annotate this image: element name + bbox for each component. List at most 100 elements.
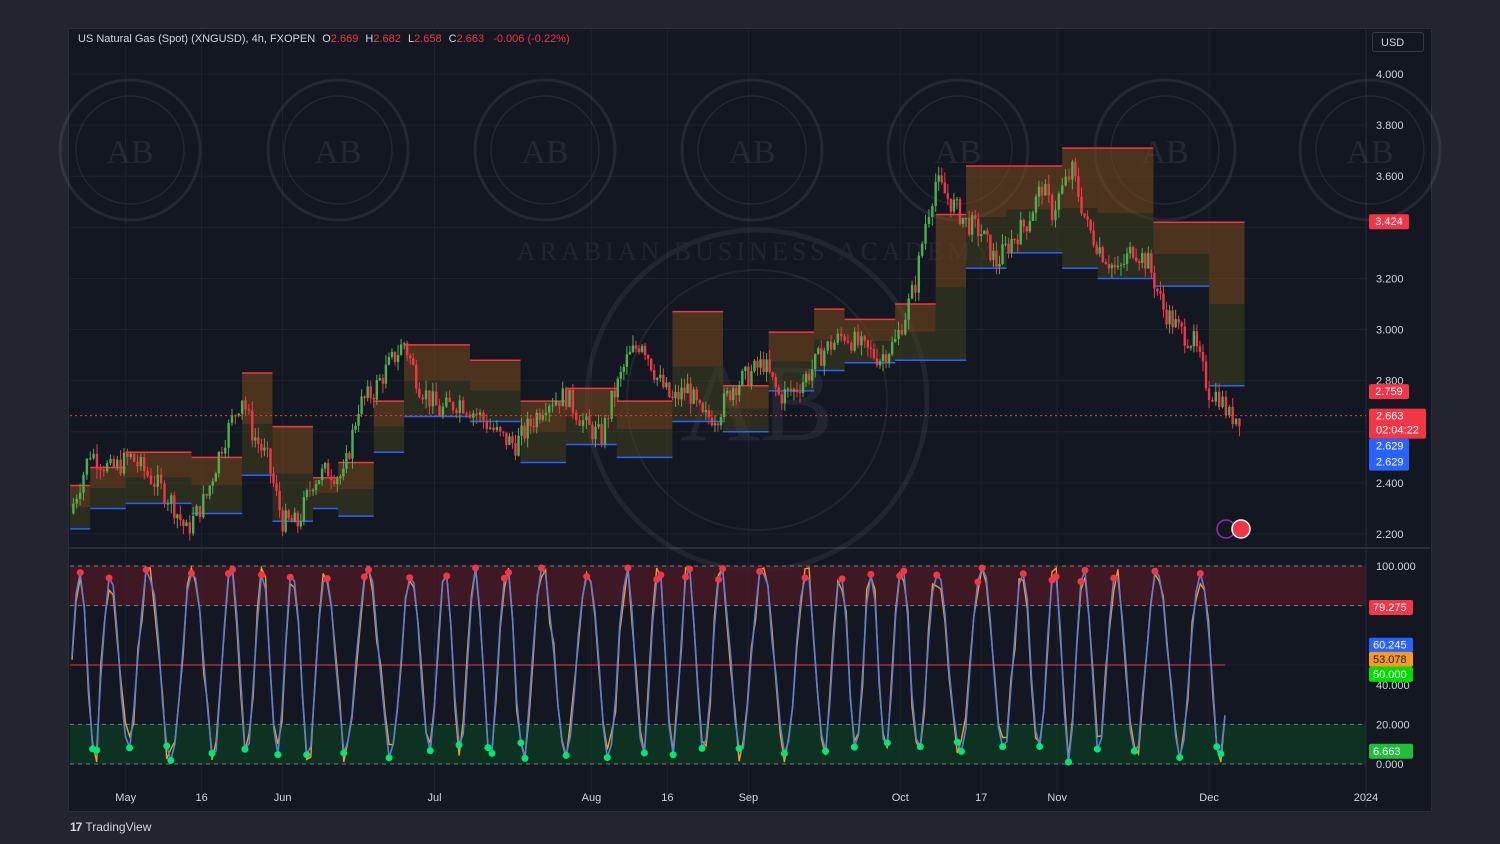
- candle-body: [728, 390, 732, 401]
- oversold-signal-dot: [1130, 747, 1138, 755]
- watermark-seal-initials: AB: [106, 134, 153, 171]
- candle-body: [1234, 418, 1238, 425]
- candle-body: [707, 410, 711, 418]
- overbought-signal-dot: [624, 564, 632, 572]
- candle-body: [520, 425, 523, 436]
- resistance-zone: [1006, 166, 1063, 210]
- candle-body: [597, 424, 600, 427]
- overbought-signal-dot: [1081, 566, 1089, 574]
- oscillator-tag-d: 53.078: [1373, 654, 1407, 666]
- candle-body: [561, 388, 564, 407]
- candle-body: [792, 389, 796, 392]
- candle-body: [1224, 396, 1228, 416]
- high-value: 2.682: [373, 33, 401, 45]
- candle-body: [173, 495, 176, 519]
- candle-body: [109, 458, 112, 464]
- candle-body: [1086, 216, 1089, 220]
- candle-body: [112, 458, 116, 467]
- candle-body: [765, 359, 768, 373]
- chart-canvas[interactable]: ABABABABABABABABARABIAN BUSINESS ACADEMY…: [0, 0, 1500, 844]
- candle-body: [735, 388, 738, 396]
- watermark-seal: AB: [266, 78, 410, 222]
- resistance-zone: [768, 332, 815, 362]
- candle-body: [656, 377, 659, 380]
- candle-body: [230, 415, 234, 423]
- candle-body: [1019, 220, 1022, 245]
- support-zone: [616, 429, 673, 458]
- watermark-seal: AB: [473, 78, 617, 222]
- overbought-signal-dot: [1151, 567, 1159, 575]
- candle-body: [701, 403, 705, 413]
- candle-body: [1204, 361, 1208, 389]
- overbought-signal-dot: [1019, 570, 1027, 578]
- candle-body: [415, 364, 418, 389]
- oversold-signal-dot: [521, 754, 529, 762]
- candle-body: [182, 520, 185, 527]
- oscillator-tick-label: 0.000: [1376, 759, 1404, 771]
- low-value: 2.658: [414, 33, 442, 45]
- candle-body: [1147, 253, 1150, 269]
- candle-body: [399, 344, 403, 356]
- candle-body: [333, 480, 336, 485]
- overbought-signal-dot: [686, 565, 694, 573]
- candle-body: [588, 416, 591, 425]
- candle-body: [814, 353, 817, 370]
- resistance-zone: [1153, 222, 1210, 255]
- candle-body: [1128, 246, 1132, 254]
- candle-body: [1054, 209, 1057, 221]
- candle-body: [610, 390, 613, 419]
- candle-body: [762, 359, 765, 373]
- change-value: -0.006 (-0.22%): [493, 33, 570, 45]
- candle-body: [878, 361, 882, 366]
- candle-body: [893, 339, 897, 342]
- candle-body: [227, 422, 230, 448]
- support-zone: [1153, 254, 1210, 287]
- candle-body: [575, 412, 578, 421]
- candle-body: [1201, 351, 1205, 362]
- price-tick-label: 3.600: [1376, 171, 1404, 183]
- oversold-signal-dot: [1036, 743, 1044, 751]
- overbought-signal-dot: [583, 573, 591, 581]
- candle-body: [1171, 310, 1174, 328]
- candle-body: [946, 193, 950, 199]
- oversold-signal-dot: [163, 742, 171, 750]
- candle-body: [438, 405, 441, 416]
- oversold-signal-dot: [1217, 750, 1225, 758]
- candle-body: [622, 366, 626, 372]
- symbol-header: US Natural Gas (Spot) (XNGUSD), 4h, FXOP…: [78, 33, 570, 45]
- candle-body: [914, 285, 917, 293]
- overbought-signal-dot: [443, 572, 451, 580]
- tradingview-brand[interactable]: 17 TradingView: [70, 820, 151, 834]
- candle-body: [771, 371, 774, 377]
- candle-body: [499, 427, 502, 432]
- candle-body: [860, 336, 863, 346]
- currency-button[interactable]: USD: [1372, 32, 1424, 52]
- candle-body: [952, 199, 956, 212]
- candle-body: [387, 356, 391, 365]
- candle-body: [619, 371, 622, 379]
- candle-body: [517, 435, 520, 456]
- candle-body: [768, 359, 771, 372]
- candle-body: [653, 370, 656, 380]
- candle-body: [1077, 176, 1080, 197]
- candle-body: [931, 206, 934, 217]
- candle-body: [284, 510, 287, 532]
- candle-body: [937, 175, 940, 182]
- candle-body: [713, 423, 717, 426]
- support-zone: [313, 493, 339, 509]
- candle-body: [1001, 244, 1004, 265]
- candle-body: [330, 476, 333, 481]
- candle-body: [99, 468, 102, 470]
- candle-body: [986, 230, 989, 235]
- overbought-signal-dot: [1052, 572, 1060, 580]
- candle-body: [1174, 319, 1177, 328]
- candle-body: [839, 333, 843, 337]
- candle-body: [217, 451, 221, 474]
- candle-body: [677, 391, 680, 400]
- resistance-zone: [672, 311, 724, 367]
- candle-body: [1134, 257, 1138, 262]
- price-tick-label: 3.000: [1376, 325, 1404, 337]
- open-value: 2.669: [330, 33, 359, 45]
- candle-body: [774, 376, 777, 388]
- candle-body: [989, 234, 992, 260]
